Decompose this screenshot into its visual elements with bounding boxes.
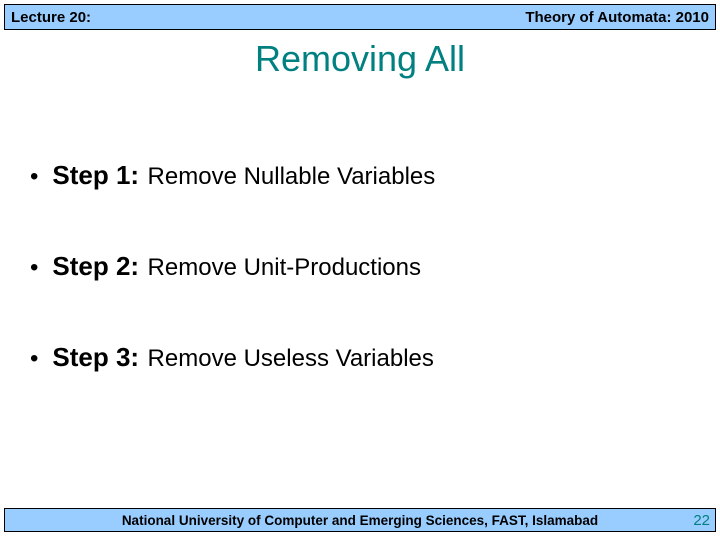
slide-body: • Step 1: Remove Nullable Variables • St… [30,160,690,433]
bullet-item: • Step 3: Remove Useless Variables [30,342,690,373]
page-number: 22 [693,512,710,529]
course-label: Theory of Automata: 2010 [525,9,709,26]
bullet-dot-icon: • [30,347,38,371]
bullet-item: • Step 2: Remove Unit-Productions [30,251,690,282]
step-text: Remove Unit-Productions [148,254,421,281]
bullet-dot-icon: • [30,165,38,189]
header-bar: Lecture 20: Theory of Automata: 2010 [4,4,716,30]
bullet-dot-icon: • [30,256,38,280]
footer-text: National University of Computer and Emer… [122,513,598,528]
step-text: Remove Nullable Variables [148,163,436,190]
footer-bar: National University of Computer and Emer… [4,508,716,532]
step-label: Step 1: [52,160,139,190]
step-text: Remove Useless Variables [148,345,434,372]
step-label: Step 3: [52,342,139,372]
slide-title: Removing All [0,38,720,80]
bullet-item: • Step 1: Remove Nullable Variables [30,160,690,191]
lecture-label: Lecture 20: [11,9,91,26]
step-label: Step 2: [52,251,139,281]
